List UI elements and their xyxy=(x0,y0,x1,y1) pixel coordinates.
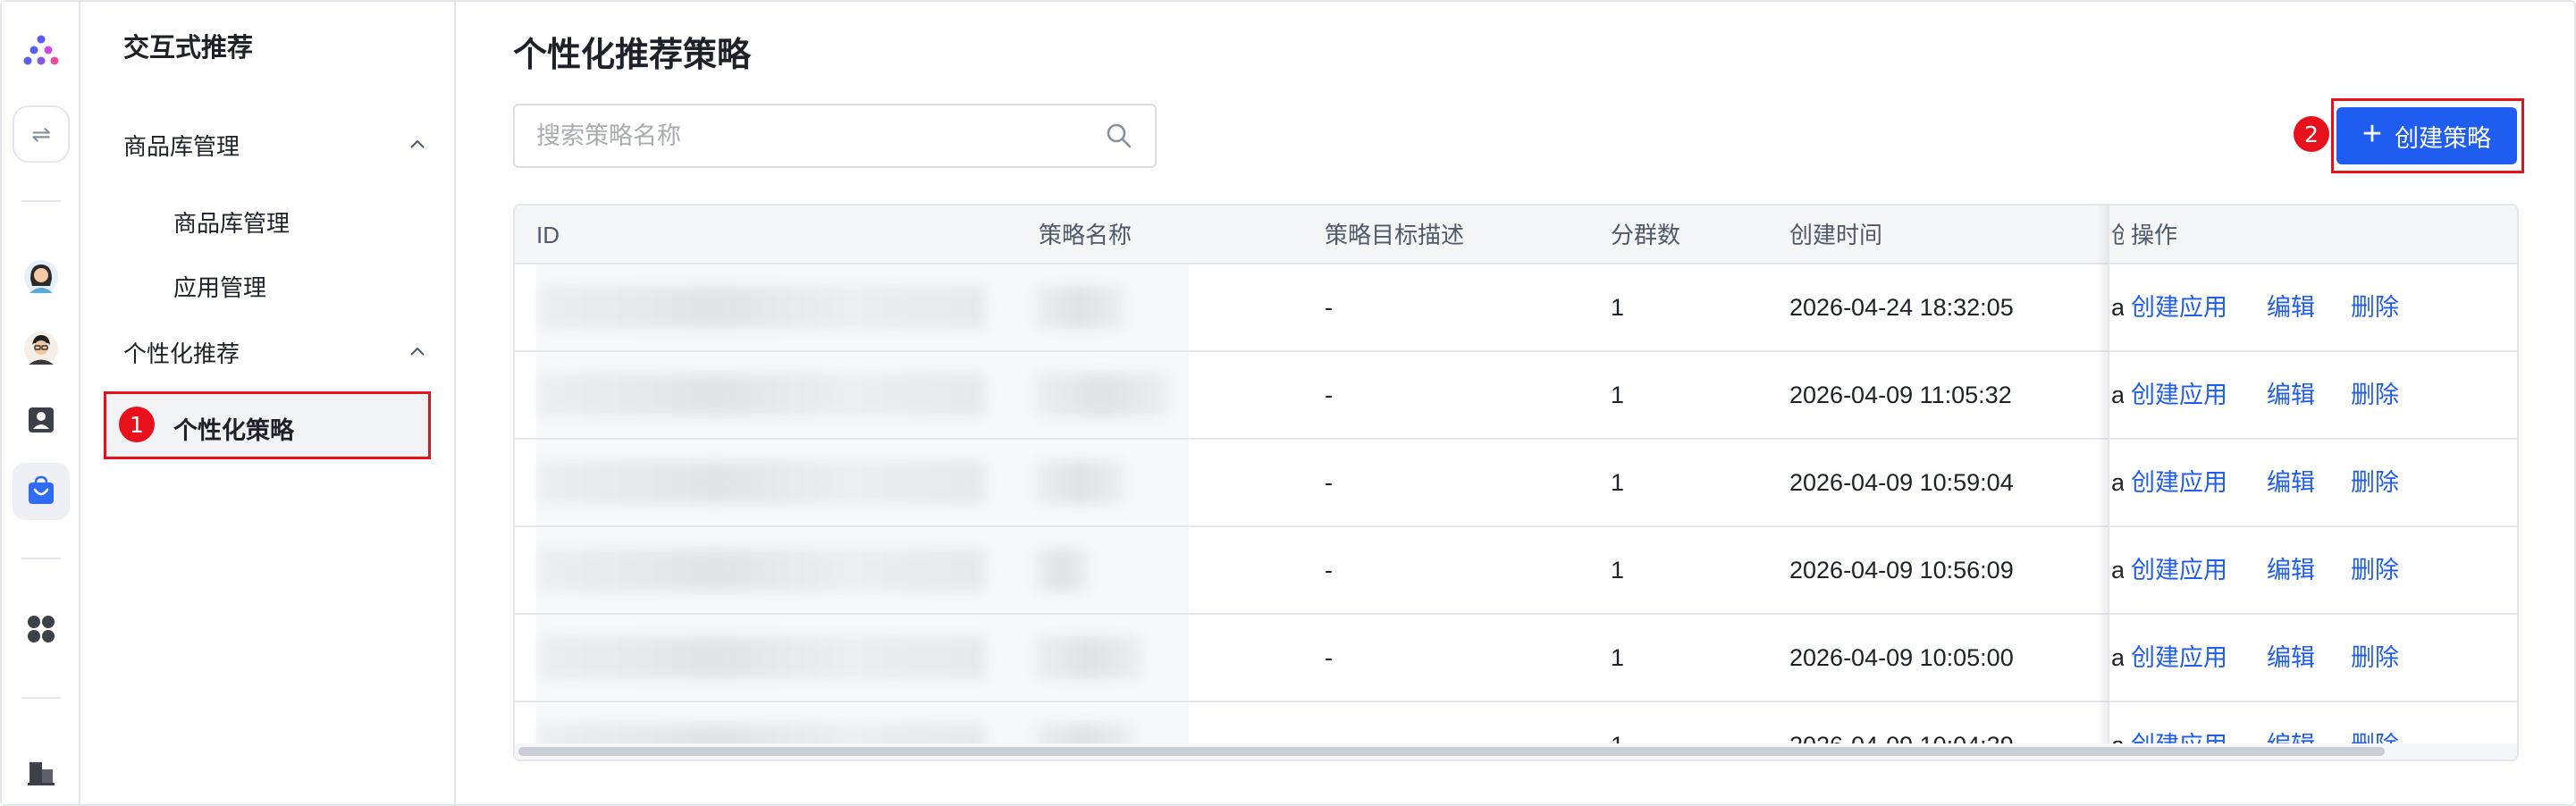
edit-link[interactable]: 编辑 xyxy=(2267,440,2315,525)
create-app-link[interactable]: 创建应用 xyxy=(2131,615,2227,701)
page-title: 个性化推荐策略 xyxy=(513,37,752,74)
search-icon[interactable] xyxy=(1105,122,1133,150)
redacted-id xyxy=(538,286,985,329)
cell-description: - xyxy=(1325,557,1333,584)
search-input[interactable] xyxy=(536,122,1105,150)
redacted-name xyxy=(1035,374,1169,416)
row-actions: 创建应用编辑删除 xyxy=(2109,527,2517,615)
sidebar-item-app-management[interactable]: 应用管理 xyxy=(173,270,266,303)
column-header-actions: 操作 xyxy=(2131,222,2178,248)
cell-created-time: 2026-04-09 11:05:32 xyxy=(1789,382,2012,408)
rail-divider xyxy=(21,558,61,559)
redacted-id xyxy=(538,374,985,416)
brand-logo-icon[interactable] xyxy=(13,21,70,79)
annotation-badge-2: 2 xyxy=(2294,116,2329,152)
rail-divider xyxy=(21,200,61,202)
contact-card-icon[interactable] xyxy=(13,391,70,449)
delete-link[interactable]: 删除 xyxy=(2351,352,2399,438)
redacted-name xyxy=(1035,549,1089,592)
building-icon[interactable] xyxy=(13,743,70,801)
cell-group-count: 1 xyxy=(1611,644,1625,671)
column-header-group-count: 分群数 xyxy=(1611,222,1681,248)
create-app-link[interactable]: 创建应用 xyxy=(2131,527,2227,613)
column-header-created-time: 创建时间 xyxy=(1789,222,1883,248)
edit-link[interactable]: 编辑 xyxy=(2267,615,2315,701)
avatar-male-icon[interactable] xyxy=(13,320,70,377)
chevron-up-icon xyxy=(410,139,425,148)
shopping-bag-icon[interactable] xyxy=(13,463,70,520)
cell-description: - xyxy=(1325,382,1333,408)
row-actions: 创建应用编辑删除 xyxy=(2109,352,2517,440)
swap-icon[interactable]: ⇌ xyxy=(13,105,70,163)
cell-created-time: 2026-04-09 10:05:00 xyxy=(1789,644,2014,671)
plus-icon: + xyxy=(2361,115,2383,153)
row-actions: 创建应用编辑删除 xyxy=(2109,440,2517,527)
cell-created-time: 2026-04-09 10:59:04 xyxy=(1789,469,2014,496)
cell-description: - xyxy=(1325,294,1333,321)
create-app-link[interactable]: 创建应用 xyxy=(2131,264,2227,350)
sidebar-group-personalized-recommendation[interactable]: 个性化推荐 xyxy=(123,331,427,374)
cell-group-count: 1 xyxy=(1611,382,1625,408)
column-header-id: ID xyxy=(536,222,560,248)
cell-description: - xyxy=(1325,469,1333,496)
edit-link[interactable]: 编辑 xyxy=(2267,352,2315,438)
create-strategy-button[interactable]: + 创建策略 xyxy=(2336,107,2517,164)
edit-link[interactable]: 编辑 xyxy=(2267,264,2315,350)
create-strategy-label: 创建策略 xyxy=(2395,124,2492,152)
column-header-description: 策略目标描述 xyxy=(1325,222,1465,248)
cell-group-count: 1 xyxy=(1611,557,1625,584)
chevron-up-icon xyxy=(410,347,425,356)
redacted-id xyxy=(538,461,985,504)
apps-grid-icon[interactable] xyxy=(13,600,70,658)
delete-link[interactable]: 删除 xyxy=(2351,527,2399,613)
row-actions: 创建应用编辑删除 xyxy=(2109,615,2517,702)
sidebar-group-label: 个性化推荐 xyxy=(123,340,240,367)
sidebar-title: 交互式推荐 xyxy=(123,34,254,63)
horizontal-scrollbar[interactable] xyxy=(518,747,2385,756)
avatar-female-icon[interactable] xyxy=(13,248,70,306)
row-actions: 创建应用编辑删除 xyxy=(2109,264,2517,352)
cell-description: - xyxy=(1325,644,1333,671)
delete-link[interactable]: 删除 xyxy=(2351,615,2399,701)
column-header-name: 策略名称 xyxy=(1039,222,1132,248)
cell-group-count: 1 xyxy=(1611,294,1625,321)
redacted-name xyxy=(1035,461,1124,504)
edit-link[interactable]: 编辑 xyxy=(2267,527,2315,613)
cell-created-time: 2026-04-09 10:56:09 xyxy=(1789,557,2014,584)
redacted-id xyxy=(538,549,985,592)
fixed-column-shadow xyxy=(2097,206,2108,760)
icon-rail: ⇌ xyxy=(2,2,80,804)
sidebar-item-product-library[interactable]: 商品库管理 xyxy=(173,206,290,239)
cell-created-time: 2026-04-24 18:32:05 xyxy=(1789,294,2014,321)
create-app-link[interactable]: 创建应用 xyxy=(2131,352,2227,438)
create-app-link[interactable]: 创建应用 xyxy=(2131,440,2227,525)
redacted-name xyxy=(1035,636,1142,679)
redacted-name xyxy=(1035,286,1124,329)
search-box xyxy=(513,104,1157,168)
sidebar-group-label: 商品库管理 xyxy=(123,132,240,160)
cell-group-count: 1 xyxy=(1611,469,1625,496)
delete-link[interactable]: 删除 xyxy=(2351,440,2399,525)
strategy-table: ID 策略名称 策略目标描述 分群数 创建时间 创 -12026-04-24 1… xyxy=(513,204,2519,761)
actions-column: 操作 创建应用 编辑 删除 创建应用 编辑 删除 创建应用 编辑 删除 创建应用 编辑 删除 创建应用编… xyxy=(2108,206,2517,760)
sidebar-group-product-library[interactable]: 商品库管理 xyxy=(123,123,427,166)
redacted-id xyxy=(538,636,985,679)
rail-divider xyxy=(21,697,61,699)
delete-link[interactable]: 删除 xyxy=(2351,264,2399,350)
annotation-badge-1: 1 xyxy=(119,407,155,442)
